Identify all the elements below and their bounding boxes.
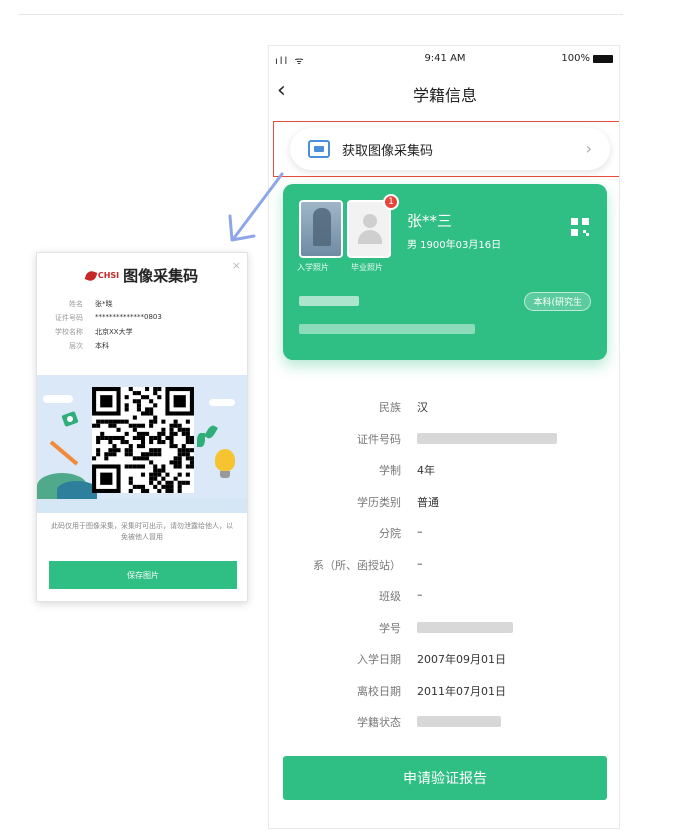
info-value: 普通 bbox=[417, 495, 439, 509]
ground-strip bbox=[37, 499, 247, 513]
info-list: 民族 汉 证件号码 学制 4年 学历类别 普通 分院 – 系（所、函授站） – … bbox=[269, 391, 619, 738]
eye-icon bbox=[61, 410, 79, 428]
info-row: 学籍状态 bbox=[269, 706, 619, 738]
cloud-icon bbox=[43, 395, 73, 403]
popup-field-value: 北京XX大学 bbox=[95, 328, 133, 336]
flame-icon bbox=[84, 269, 98, 282]
info-label: 学号 bbox=[379, 621, 401, 635]
enroll-photo-label: 入学照片 bbox=[297, 263, 329, 272]
popup-header: CHSI 图像采集码 bbox=[37, 265, 247, 286]
nav-bar: ‹ 学籍信息 bbox=[269, 72, 619, 112]
info-value: – bbox=[417, 525, 423, 538]
pencil-icon bbox=[49, 440, 79, 466]
popup-field-label: 学校名称 bbox=[55, 328, 83, 336]
highlight-box: 获取图像采集码 › bbox=[273, 121, 619, 177]
info-value: 2007年09月01日 bbox=[417, 653, 506, 666]
phone-screen: ıll ᯤ 9:41 AM 100% ‹ 学籍信息 获取图像采集码 › 1 入学… bbox=[268, 45, 620, 829]
info-label: 系（所、函授站） bbox=[313, 558, 401, 572]
student-name: 张**三 bbox=[407, 212, 453, 230]
info-label: 离校日期 bbox=[357, 684, 401, 698]
info-label: 入学日期 bbox=[357, 653, 401, 666]
top-divider bbox=[18, 14, 623, 15]
info-value: 2011年07月01日 bbox=[417, 684, 506, 698]
lightbulb-base bbox=[220, 471, 230, 478]
info-value: 4年 bbox=[417, 464, 435, 477]
popup-field-row: 证件号码 **************0803 bbox=[37, 313, 247, 327]
info-label: 学制 bbox=[379, 464, 401, 477]
grad-photo-label: 毕业照片 bbox=[351, 263, 383, 272]
chsi-logo: CHSI bbox=[84, 269, 120, 282]
info-label: 证件号码 bbox=[357, 432, 401, 446]
image-code-popup: × CHSI 图像采集码 姓名 张*晓 证件号码 **************0… bbox=[36, 252, 248, 602]
popup-field-value: 本科 bbox=[95, 342, 109, 350]
apply-report-button[interactable]: 申请验证报告 bbox=[283, 756, 607, 800]
popup-fields: 姓名 张*晓 证件号码 **************0803 学校名称 北京XX… bbox=[37, 299, 247, 355]
id-number-redacted bbox=[417, 432, 557, 444]
battery-percent: 100% bbox=[561, 53, 590, 64]
avatar-placeholder-icon bbox=[363, 214, 377, 228]
info-row: 学制 4年 bbox=[269, 454, 619, 486]
student-card: 1 入学照片 毕业照片 张**三 男 1900年03月16日 本科(研究生 bbox=[283, 184, 607, 360]
popup-field-value: 张*晓 bbox=[95, 300, 113, 308]
major-redacted bbox=[299, 324, 475, 334]
info-row: 分院 – bbox=[269, 517, 619, 549]
info-row: 民族 汉 bbox=[269, 391, 619, 423]
leaf-icon bbox=[204, 423, 218, 441]
popup-field-row: 学校名称 北京XX大学 bbox=[37, 327, 247, 341]
cloud-icon bbox=[209, 399, 235, 406]
popup-field-label: 层次 bbox=[69, 342, 83, 350]
popup-field-row: 层次 本科 bbox=[37, 341, 247, 355]
qr-code-icon[interactable] bbox=[571, 218, 589, 236]
info-label: 民族 bbox=[379, 401, 401, 414]
info-value: – bbox=[417, 556, 423, 570]
info-row: 学历类别 普通 bbox=[269, 486, 619, 518]
info-value: – bbox=[417, 588, 423, 601]
popup-field-label: 证件号码 bbox=[55, 314, 83, 322]
info-value: 汉 bbox=[417, 401, 428, 414]
notification-badge: 1 bbox=[383, 194, 399, 210]
info-label: 班级 bbox=[379, 590, 401, 603]
hill-shape bbox=[57, 481, 97, 499]
popup-field-row: 姓名 张*晓 bbox=[37, 299, 247, 313]
info-label: 学历类别 bbox=[357, 495, 401, 509]
enroll-photo[interactable] bbox=[299, 200, 343, 258]
battery-indicator: 100% bbox=[561, 53, 613, 64]
chsi-logo-text: CHSI bbox=[97, 271, 120, 280]
qr-illustration bbox=[37, 375, 247, 513]
info-row: 系（所、函授站） – bbox=[269, 549, 619, 581]
fetch-image-code-label: 获取图像采集码 bbox=[342, 143, 434, 159]
chevron-right-icon: › bbox=[585, 139, 592, 158]
info-row: 离校日期 2011年07月01日 bbox=[269, 675, 619, 707]
avatar-placeholder-body bbox=[358, 230, 382, 244]
save-image-button[interactable]: 保存图片 bbox=[49, 561, 237, 589]
lightbulb-icon bbox=[215, 449, 235, 471]
popup-field-label: 姓名 bbox=[69, 300, 83, 308]
pointer-arrow-icon bbox=[228, 172, 284, 242]
info-row: 学号 bbox=[269, 612, 619, 644]
popup-description: 此码仅用于图像采集，采集时可出示，请勿泄露给他人，以免被他人冒用 bbox=[51, 522, 233, 541]
graduation-photo[interactable] bbox=[347, 200, 391, 258]
popup-title: 图像采集码 bbox=[123, 267, 199, 285]
info-label: 学籍状态 bbox=[357, 716, 401, 729]
info-row: 班级 – bbox=[269, 580, 619, 612]
status-redacted bbox=[417, 716, 501, 727]
page-title: 学籍信息 bbox=[412, 86, 477, 105]
fetch-image-code-button[interactable]: 获取图像采集码 › bbox=[290, 128, 610, 170]
status-bar: ıll ᯤ 9:41 AM 100% bbox=[269, 46, 619, 72]
image-scan-icon bbox=[308, 140, 330, 158]
battery-icon bbox=[593, 54, 613, 63]
info-row: 入学日期 2007年09月01日 bbox=[269, 643, 619, 675]
student-gender-birth: 男 1900年03月16日 bbox=[407, 240, 502, 251]
school-name-redacted bbox=[299, 296, 359, 306]
qr-code-image[interactable] bbox=[92, 387, 194, 493]
info-label: 分院 bbox=[379, 527, 401, 540]
student-id-redacted bbox=[417, 621, 513, 633]
popup-field-value: **************0803 bbox=[95, 313, 162, 321]
degree-chip: 本科(研究生 bbox=[524, 292, 591, 311]
info-row: 证件号码 bbox=[269, 423, 619, 455]
